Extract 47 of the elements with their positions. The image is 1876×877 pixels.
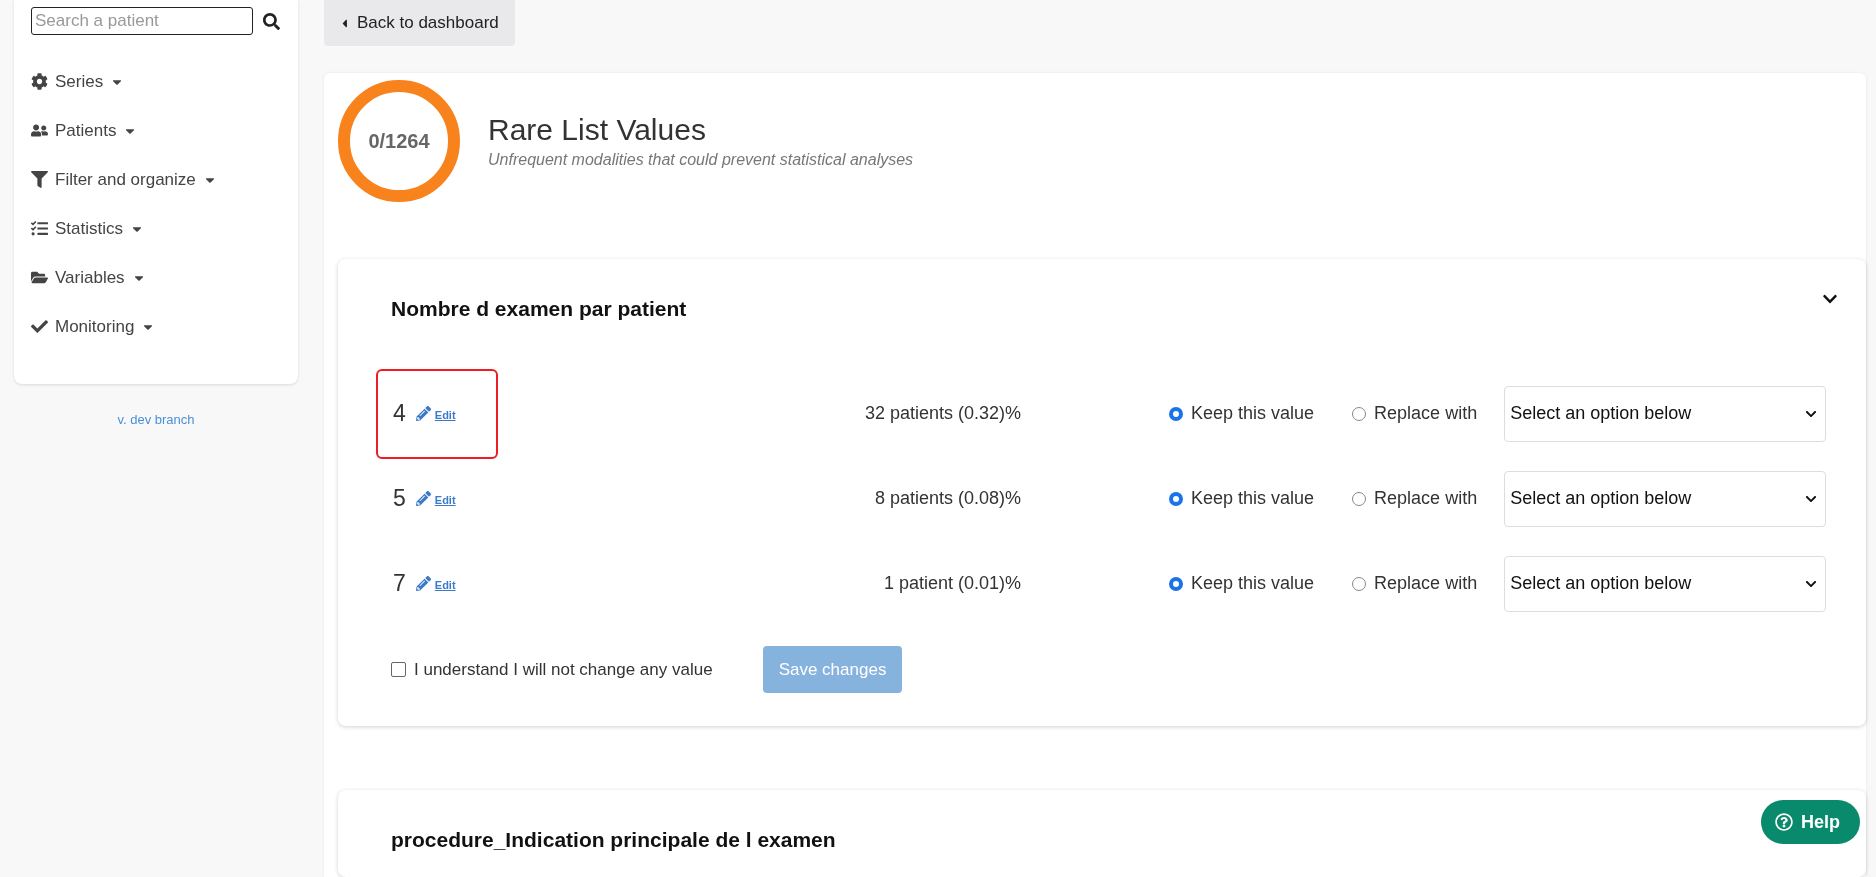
section-title: Nombre d examen par patient <box>391 297 687 321</box>
section-title: procedure_Indication principale de l examen <box>391 828 836 852</box>
gear-icon <box>31 73 48 90</box>
page-subtitle: Unfrequent modalities that could prevent statistical analyses <box>488 151 914 169</box>
sidebar-item[interactable]: Series <box>31 57 281 106</box>
option-dropdown[interactable]: Select an option below <box>1504 470 1827 527</box>
value-label: 4 <box>393 400 406 427</box>
keep-radio[interactable]: Keep this value <box>1169 573 1315 594</box>
page-title: Rare List Values <box>488 113 707 147</box>
sidebar-item[interactable]: Filter and organize <box>31 155 281 204</box>
question-icon <box>1775 813 1793 831</box>
keep-radio[interactable]: Keep this value <box>1169 403 1315 424</box>
filter-icon <box>31 171 48 188</box>
radio-label: Keep this value <box>1191 488 1315 509</box>
folder-icon <box>31 269 48 286</box>
sidebar-item[interactable]: Statistics <box>31 204 281 253</box>
patient-count: 32 patients (0.32)% <box>863 403 1021 424</box>
sidebar-item[interactable]: Variables <box>31 253 281 302</box>
back-button[interactable]: Back to dashboard <box>324 0 515 46</box>
replace-radio[interactable]: Replace with <box>1352 488 1478 509</box>
keep-radio[interactable]: Keep this value <box>1169 488 1315 509</box>
search-icon[interactable] <box>263 12 280 30</box>
sidebar-item[interactable]: Monitoring <box>31 302 281 351</box>
radio-label: Keep this value <box>1191 403 1315 424</box>
edit-link[interactable]: Edit <box>415 491 456 506</box>
patient-count: 8 patients (0.08)% <box>873 488 1021 509</box>
option-dropdown[interactable]: Select an option below <box>1504 385 1827 442</box>
radio-label: Replace with <box>1374 573 1478 594</box>
check-icon <box>31 318 48 335</box>
radio-label: Keep this value <box>1191 573 1315 594</box>
radio-label: Replace with <box>1374 488 1478 509</box>
value-label: 7 <box>393 570 406 597</box>
version-label: v. dev branch <box>116 412 196 427</box>
replace-radio[interactable]: Replace with <box>1352 403 1478 424</box>
edit-link[interactable]: Edit <box>415 406 456 421</box>
users-icon <box>31 122 48 139</box>
patient-count: 1 patient (0.01)% <box>882 573 1021 594</box>
search-field[interactable]: Search a patient <box>31 7 253 35</box>
edit-link[interactable]: Edit <box>415 576 456 591</box>
help-button[interactable]: Help <box>1761 800 1860 844</box>
option-dropdown[interactable]: Select an option below <box>1504 555 1827 612</box>
progress-ring: 0/1264 <box>338 80 460 202</box>
replace-radio[interactable]: Replace with <box>1352 573 1478 594</box>
value-label: 5 <box>393 485 406 512</box>
sidebar-item[interactable]: Patients <box>31 106 281 155</box>
checklist-icon <box>31 220 48 237</box>
radio-label: Replace with <box>1374 403 1478 424</box>
